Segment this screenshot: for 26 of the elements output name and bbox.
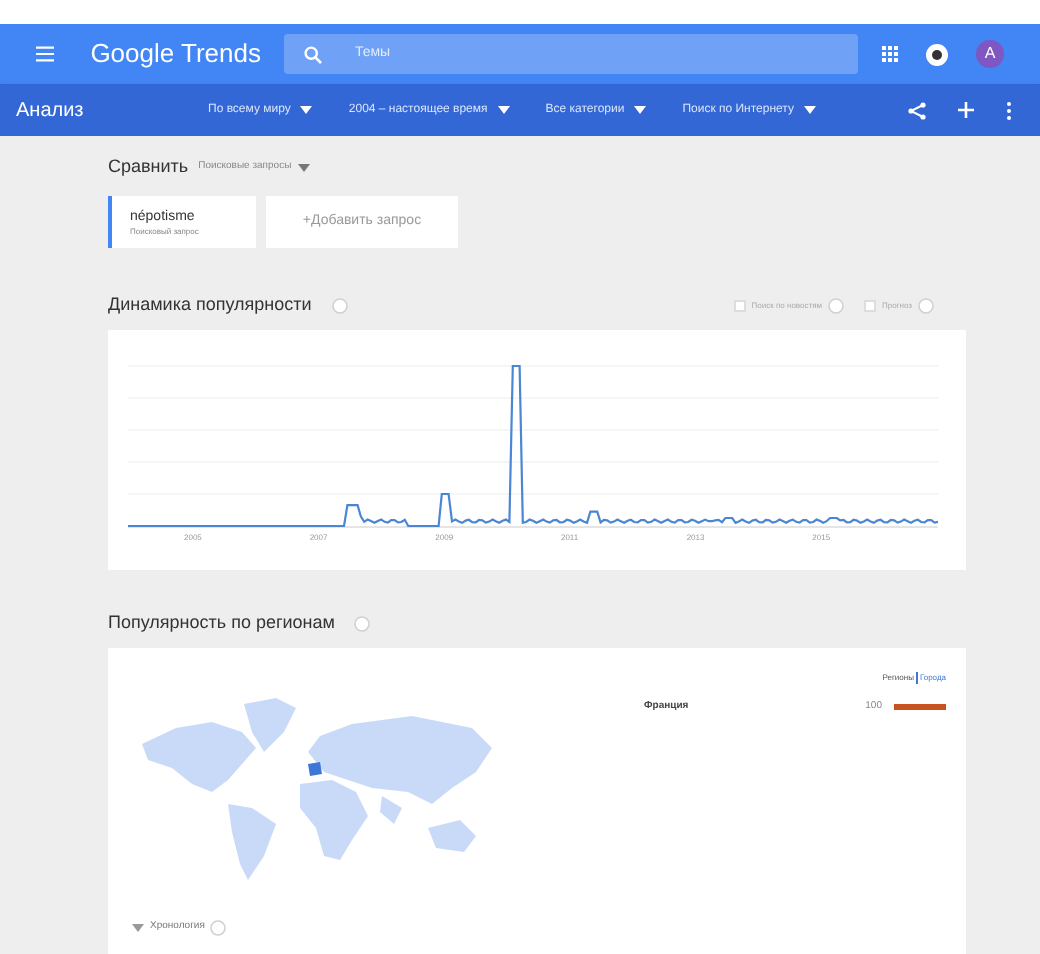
section-title: Сравнить [108,154,189,181]
add-icon[interactable] [958,102,974,118]
checkbox[interactable] [733,300,746,312]
caret-icon [132,924,144,932]
share-icon[interactable] [908,101,926,119]
checkbox[interactable] [863,300,876,312]
page-title: Анализ [16,97,86,125]
help-icon[interactable] [827,298,844,314]
section-title: Динамика популярности [108,292,312,319]
user-avatar[interactable]: A [976,40,1004,68]
caret-icon [297,164,310,172]
help-icon[interactable] [331,298,348,314]
help-icon[interactable] [210,920,227,936]
search-icon [304,45,323,63]
apps-grid-icon[interactable] [882,46,898,62]
caret-icon [497,106,510,114]
help-icon[interactable] [918,298,934,314]
more-icon[interactable] [1006,101,1012,119]
help-icon[interactable] [354,616,371,632]
notifications-icon[interactable] [926,43,948,65]
app-title[interactable]: Google Trends [90,34,261,74]
caret-icon [300,106,313,114]
caret-icon [634,106,647,114]
menu-icon[interactable] [36,46,55,62]
section-title: Популярность по регионам [108,610,335,637]
caret-icon [804,106,816,114]
